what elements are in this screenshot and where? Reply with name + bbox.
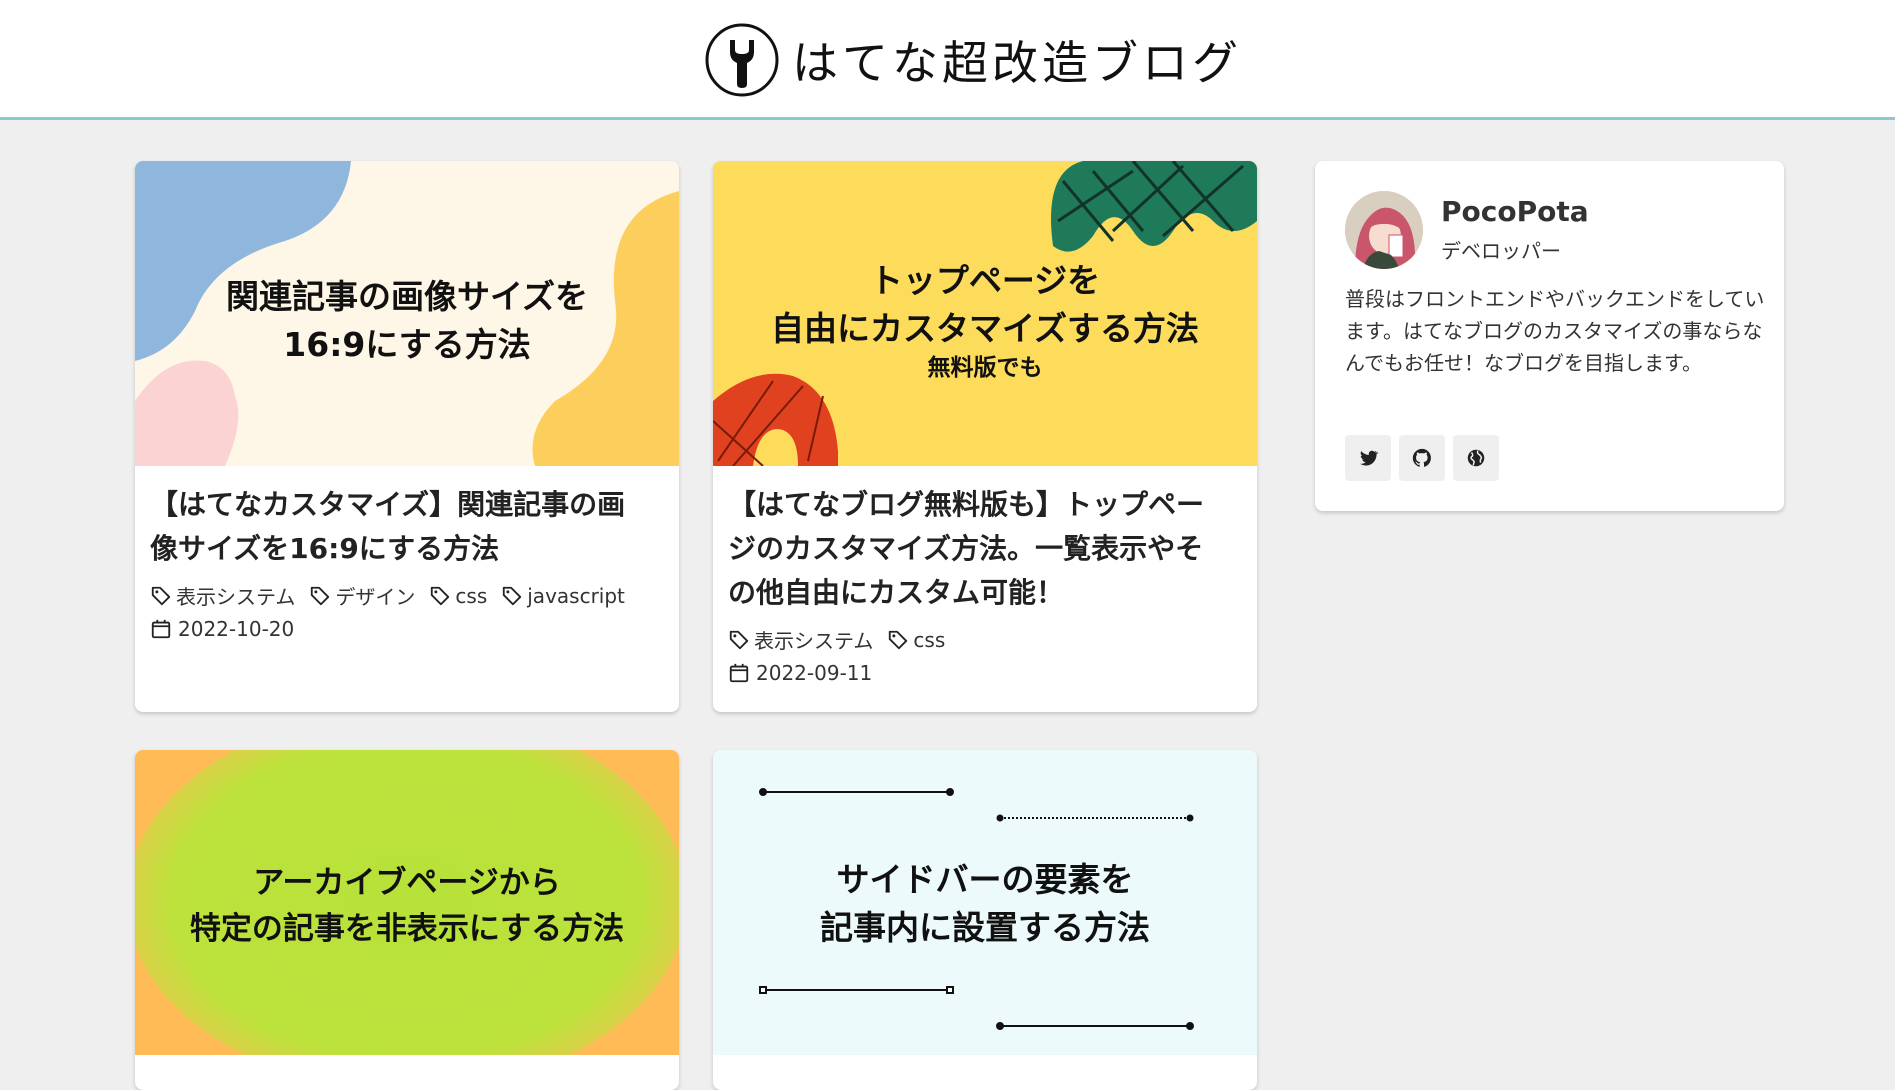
post-thumbnail[interactable]: トップページを 自由にカスタマイズする方法 無料版でも: [713, 161, 1257, 466]
profile-bio: 普段はフロントエンドやバックエンドをしています。はてなブログのカスタマイズの事な…: [1345, 287, 1765, 375]
tag-label: 表示システム: [176, 585, 296, 609]
tag-link[interactable]: 表示システム: [150, 581, 295, 610]
post-card[interactable]: サイドバーの要素を 記事内に設置する方法: [713, 750, 1257, 1090]
tag-icon: [503, 586, 522, 605]
profile-role: デベロッパー: [1441, 239, 1561, 263]
post-title-line: 像サイズを16:9にする方法: [150, 532, 500, 565]
tag-link[interactable]: css: [887, 628, 945, 652]
post-tags: 表示システム css: [728, 625, 959, 654]
tag-link[interactable]: デザイン: [309, 581, 415, 610]
calendar-icon: [151, 619, 171, 639]
post-title[interactable]: 【はてなカスタマイズ】関連記事の画 像サイズを16:9にする方法: [150, 483, 666, 571]
avatar[interactable]: [1345, 191, 1423, 269]
tag-link[interactable]: javascript: [501, 584, 625, 608]
thumbnail-heading-line: サイドバーの要素を: [836, 860, 1134, 899]
post-thumbnail[interactable]: サイドバーの要素を 記事内に設置する方法: [713, 750, 1257, 1055]
site-header: はてな超改造ブログ: [0, 0, 1895, 120]
post-title-line: の他自由にカスタム可能！: [728, 576, 1065, 609]
date-label: 2022-09-11: [756, 661, 873, 685]
thumbnail-heading-line: 関連記事の画像サイズを: [225, 277, 588, 316]
tag-icon: [151, 586, 171, 605]
tag-icon: [889, 630, 908, 649]
post-thumbnail[interactable]: アーカイブページから 特定の記事を非表示にする方法: [135, 750, 679, 1055]
post-card[interactable]: アーカイブページから 特定の記事を非表示にする方法: [135, 750, 679, 1090]
thumbnail-heading-line: アーカイブページから: [253, 865, 561, 901]
twitter-icon: [1360, 450, 1379, 466]
tag-icon: [729, 630, 749, 649]
thumbnail-heading-line: 記事内に設置する方法: [820, 908, 1150, 947]
post-card[interactable]: トップページを 自由にカスタマイズする方法 無料版でも 【はてなブログ無料版も】…: [713, 161, 1257, 712]
post-date: 2022-10-20: [150, 617, 294, 641]
date-label: 2022-10-20: [178, 617, 295, 641]
tag-link[interactable]: 表示システム: [728, 625, 873, 654]
github-icon: [1412, 448, 1431, 467]
website-link-button[interactable]: [1453, 435, 1499, 481]
calendar-icon: [729, 663, 749, 683]
post-tags: 表示システム デザイン css javascript: [150, 581, 625, 610]
twitter-link-button[interactable]: [1345, 435, 1391, 481]
tag-label: css: [913, 627, 946, 652]
wrench-logo-icon: [705, 23, 779, 97]
tag-label: javascript: [527, 583, 625, 608]
tag-label: css: [455, 583, 488, 608]
thumbnail-heading-line: 自由にカスタマイズする方法: [770, 309, 1199, 348]
post-card[interactable]: 関連記事の画像サイズを 16:9にする方法 【はてなカスタマイズ】関連記事の画 …: [135, 161, 679, 712]
thumbnail-heading-line: 特定の記事を非表示にする方法: [189, 911, 625, 947]
profile-name[interactable]: PocoPota: [1441, 195, 1589, 228]
tag-link[interactable]: css: [429, 584, 487, 608]
thumbnail-heading-line: トップページを: [869, 261, 1101, 300]
post-title[interactable]: 【はてなブログ無料版も】トップペー ジのカスタマイズ方法。一覧表示やそ の他自由…: [728, 483, 1244, 615]
post-date: 2022-09-11: [728, 661, 872, 685]
post-thumbnail[interactable]: 関連記事の画像サイズを 16:9にする方法: [135, 161, 679, 466]
tag-icon: [431, 586, 450, 605]
profile-card: PocoPota デベロッパー 普段はフロントエンドやバックエンドをしています。…: [1315, 161, 1784, 511]
tag-icon: [311, 586, 330, 605]
site-title: はてな超改造ブログ: [792, 36, 1242, 90]
post-title-line: ジのカスタマイズ方法。一覧表示やそ: [728, 532, 1204, 565]
post-title-line: 【はてなブログ無料版も】トップペー: [728, 488, 1205, 521]
site-logo-link[interactable]: はてな超改造ブログ: [704, 21, 1242, 99]
thumbnail-subheading: 無料版でも: [927, 355, 1043, 381]
tag-label: 表示システム: [754, 629, 874, 653]
github-link-button[interactable]: [1399, 435, 1445, 481]
globe-icon: [1467, 449, 1485, 467]
thumbnail-heading-line: 16:9にする方法: [283, 325, 531, 364]
avatar-image: [1345, 191, 1423, 269]
post-title-line: 【はてなカスタマイズ】関連記事の画: [150, 488, 626, 521]
tag-label: デザイン: [335, 585, 416, 609]
